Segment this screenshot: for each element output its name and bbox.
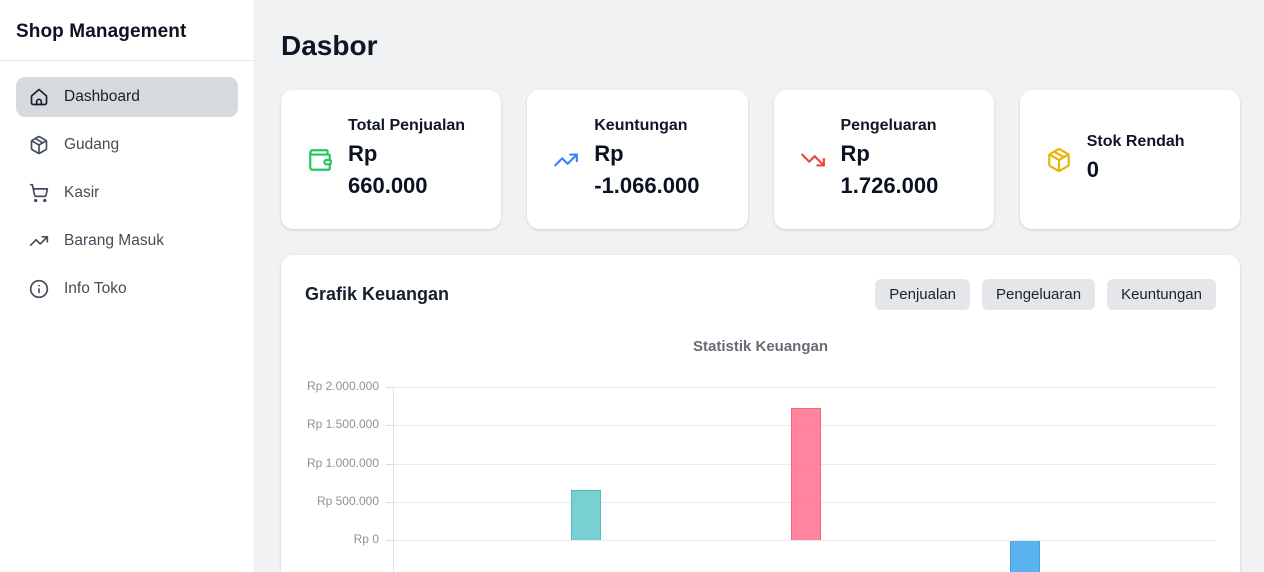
- stat-card-label: Stok Rendah: [1086, 133, 1185, 151]
- stat-card-total-penjualan: Total Penjualan Rp 660.000: [281, 90, 502, 229]
- trending-up-icon: [553, 147, 579, 173]
- sidebar-item-gudang[interactable]: Gudang: [16, 125, 238, 165]
- home-icon: [29, 87, 49, 107]
- chart-tick: [386, 540, 393, 541]
- chart-card-header: Grafik Keuangan Penjualan Pengeluaran Keun…: [305, 279, 1216, 310]
- chart-tick-label: Rp 2.000.000: [306, 379, 379, 393]
- chart-tick: [386, 387, 393, 388]
- chart-tick-label: Rp 0: [353, 532, 379, 546]
- stat-card-info: Pengeluaran Rp 1.726.000: [841, 117, 939, 202]
- package-icon: [29, 135, 49, 155]
- stat-card-value: Rp -1.066.000: [594, 141, 700, 198]
- stat-card-keuntungan: Keuntungan Rp -1.066.000: [527, 90, 748, 229]
- wallet-icon: [307, 147, 333, 173]
- sidebar-item-label: Gudang: [64, 136, 120, 153]
- sidebar: Shop Management Dashboard Gudang Kasir Bara…: [0, 0, 255, 572]
- sidebar-item-dashboard[interactable]: Dashboard: [16, 77, 238, 117]
- shopping-cart-icon: [29, 183, 49, 203]
- sidebar-item-barang-masuk[interactable]: Barang Masuk: [16, 221, 238, 261]
- app-title: Shop Management: [16, 21, 187, 42]
- chart-tick: [386, 425, 393, 427]
- stat-card-pengeluaran: Pengeluaran Rp 1.726.000: [773, 90, 994, 229]
- chart-card-title: Grafik Keuangan: [305, 284, 450, 304]
- stat-card-value: Rp 660.000: [348, 141, 428, 198]
- stat-card-stok-rendah: Stok Rendah 0: [1019, 90, 1240, 229]
- sidebar-item-info-toko[interactable]: Info Toko: [16, 269, 238, 309]
- chart-bar-keuntungan[interactable]: [1010, 541, 1041, 572]
- stat-card-info: Stok Rendah 0: [1087, 133, 1185, 186]
- chart-bar-pengeluaran[interactable]: [790, 407, 821, 540]
- chart-filter-buttons: Penjualan Pengeluaran Keuntungan: [875, 279, 1216, 310]
- chart-bar-penjualan[interactable]: [571, 489, 602, 540]
- sidebar-item-label: Barang Masuk: [64, 232, 164, 249]
- sidebar-item-kasir[interactable]: Kasir: [16, 173, 238, 213]
- sidebar-nav: Dashboard Gudang Kasir Barang Masuk Info Tok…: [0, 61, 254, 325]
- chart-filter-pengeluaran[interactable]: Pengeluaran: [982, 279, 1096, 310]
- package-icon: [1046, 147, 1072, 173]
- stat-card-label: Total Penjualan: [348, 117, 466, 135]
- chart-tick: [386, 463, 393, 465]
- stat-card-value: Rp 1.726.000: [840, 141, 939, 198]
- chart-tick-label: Rp 1.000.000: [306, 455, 379, 470]
- chart-plot-area: [394, 387, 1216, 572]
- chart-tick-label: Rp 500.000: [316, 493, 379, 508]
- chart[interactable]: Rp 2.000.000 Rp 1.500.000 Rp 1.000.000 Rp 5…: [305, 379, 1216, 572]
- trending-down-icon: [800, 147, 826, 173]
- stat-card-label: Pengeluaran: [840, 117, 937, 135]
- chart-filter-penjualan[interactable]: Penjualan: [875, 279, 970, 310]
- stat-card-value: 0: [1086, 157, 1099, 183]
- chart-tick: [386, 501, 393, 503]
- page-title: Dasbor: [281, 30, 378, 61]
- stat-card-label: Keuntungan: [594, 117, 688, 135]
- chart-filter-keuntungan[interactable]: Keuntungan: [1107, 279, 1216, 310]
- sidebar-item-label: Kasir: [64, 184, 100, 201]
- stat-card-info: Keuntungan Rp -1.066.000: [594, 117, 699, 202]
- stat-cards-row: Total Penjualan Rp 660.000 Keuntungan Rp -1…: [281, 90, 1240, 229]
- app-window: Shop Management Dashboard Gudang Kasir Bara…: [0, 0, 1264, 572]
- stat-card-info: Total Penjualan Rp 660.000: [348, 117, 465, 202]
- sidebar-item-label: Info Toko: [64, 280, 127, 297]
- chart-card: Grafik Keuangan Penjualan Pengeluaran Keun…: [281, 255, 1240, 572]
- chart-tick-label: Rp 1.500.000: [306, 417, 379, 432]
- main-content: Dasbor Total Penjualan Rp 660.000 Keuntung…: [255, 0, 1264, 572]
- sidebar-item-label: Dashboard: [64, 88, 140, 105]
- chart-title: Statistik Keuangan: [692, 338, 829, 355]
- info-icon: [29, 279, 49, 299]
- trending-up-icon: [29, 231, 49, 251]
